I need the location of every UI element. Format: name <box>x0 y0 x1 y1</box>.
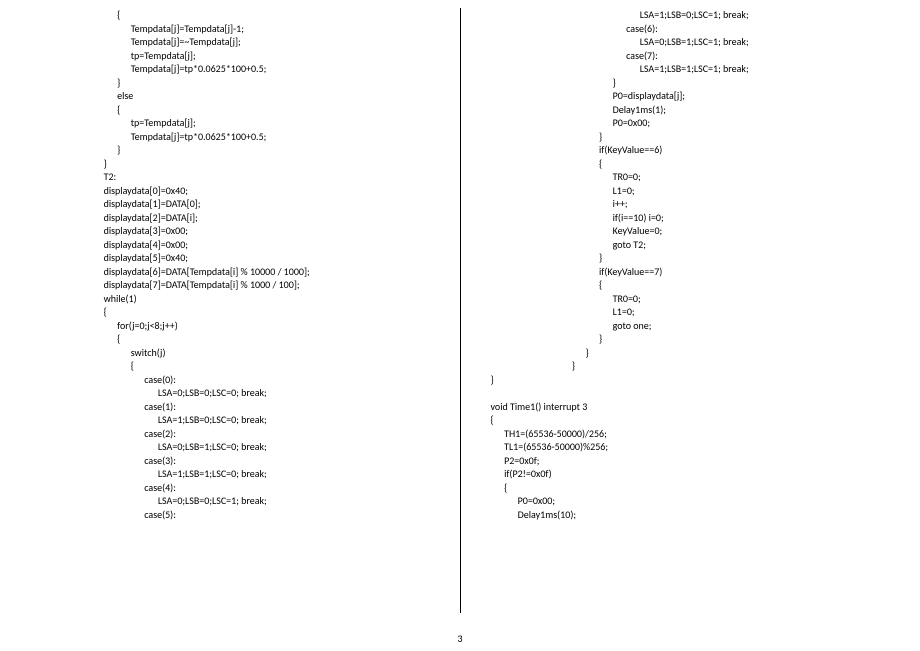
code-block-left: { Tempdata[j]=Tempdata[j]-1; Tempdata[j]… <box>10 8 450 521</box>
right-column: LSA=1;LSB=0;LSC=1; break; case(6): LSA=0… <box>461 0 920 620</box>
code-block-right: LSA=1;LSB=0;LSC=1; break; case(6): LSA=0… <box>471 8 911 521</box>
page-number: 3 <box>0 632 920 646</box>
left-column: { Tempdata[j]=Tempdata[j]-1; Tempdata[j]… <box>0 0 460 620</box>
page-container: { Tempdata[j]=Tempdata[j]-1; Tempdata[j]… <box>0 0 920 620</box>
